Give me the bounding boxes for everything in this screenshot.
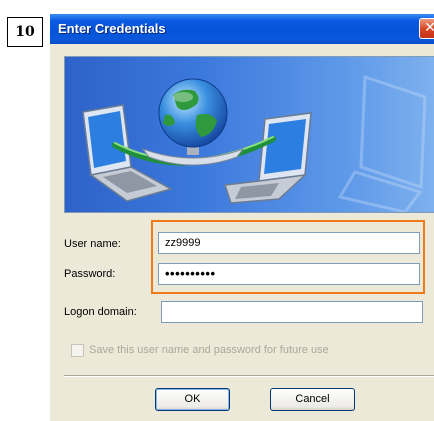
username-field[interactable]: zz9999: [158, 232, 420, 254]
right-laptop-icon: [223, 112, 312, 204]
title-bar[interactable]: Enter Credentials ✕: [50, 14, 434, 44]
password-field[interactable]: ••••••••••: [158, 263, 420, 285]
banner-image: [64, 56, 434, 213]
step-number-badge: 10: [7, 17, 43, 47]
username-label: User name:: [64, 238, 121, 250]
close-button[interactable]: ✕: [419, 18, 434, 39]
close-icon: ✕: [424, 20, 434, 36]
dialog-title: Enter Credentials: [58, 21, 166, 36]
button-separator: [64, 375, 434, 377]
save-credentials-label: Save this user name and password for fut…: [89, 344, 329, 356]
logon-domain-field[interactable]: [161, 301, 423, 323]
ok-button[interactable]: OK: [155, 388, 230, 411]
save-credentials-checkbox[interactable]: [71, 344, 84, 357]
logon-domain-label: Logon domain:: [64, 306, 137, 318]
network-globe-laptops-icon: [82, 74, 427, 212]
cancel-button[interactable]: Cancel: [270, 388, 355, 411]
password-label: Password:: [64, 268, 116, 280]
globe-icon: [158, 78, 228, 148]
credentials-dialog: Enter Credentials ✕ User name: zz9999 Pa…: [50, 14, 434, 421]
